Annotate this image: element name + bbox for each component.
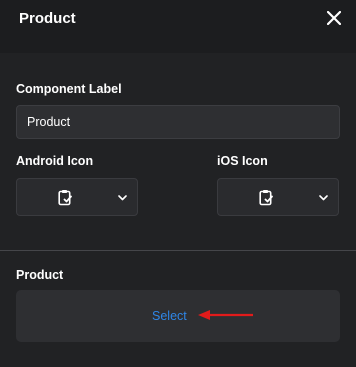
chevron-down-icon xyxy=(319,195,328,201)
product-select-area[interactable]: Select xyxy=(16,290,340,342)
clipboard-check-icon xyxy=(58,190,72,206)
panel-header: Product xyxy=(0,0,356,53)
close-icon[interactable] xyxy=(327,11,341,25)
ios-icon-select[interactable] xyxy=(217,178,339,216)
section-divider xyxy=(0,250,356,251)
panel-title: Product xyxy=(19,10,76,27)
chevron-down-icon xyxy=(118,195,127,201)
select-product-link[interactable]: Select xyxy=(152,309,187,323)
ios-icon-label: iOS Icon xyxy=(217,154,268,168)
annotation-arrow-icon xyxy=(198,310,253,320)
android-icon-label: Android Icon xyxy=(16,154,94,168)
product-label: Product xyxy=(16,268,64,282)
android-icon-select[interactable] xyxy=(16,178,138,216)
clipboard-check-icon xyxy=(259,190,273,206)
component-label-heading: Component Label xyxy=(16,82,122,96)
component-label-input[interactable] xyxy=(16,105,340,139)
